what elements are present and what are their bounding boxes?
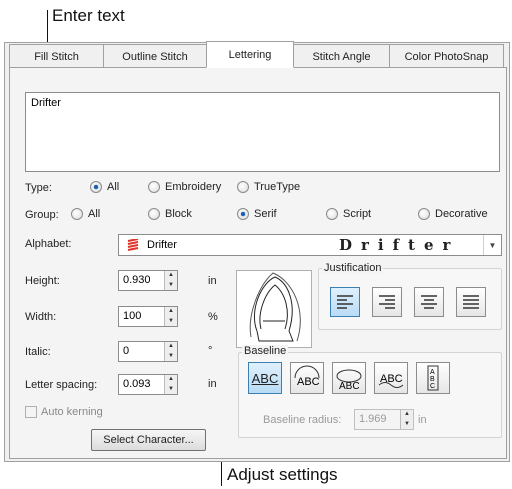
alphabet-sample: Drifter bbox=[339, 236, 460, 254]
alphabet-select[interactable]: Drifter Drifter ▼ bbox=[118, 234, 502, 256]
lettering-preview bbox=[236, 270, 312, 348]
align-center-icon bbox=[421, 295, 437, 309]
baseline-title: Baseline bbox=[242, 345, 289, 357]
baseline-radius-stepper[interactable]: 1.969 ▲ ▼ bbox=[354, 409, 414, 430]
height-stepper[interactable]: 0.930 ▲ ▼ bbox=[118, 270, 178, 291]
radio-icon bbox=[71, 208, 83, 220]
type-radio-embroidery[interactable]: Embroidery bbox=[148, 181, 221, 193]
baseline-wave-icon: ABC bbox=[378, 373, 404, 388]
type-radio-truetype[interactable]: TrueType bbox=[237, 181, 300, 193]
baseline-radius-label: Baseline radius: bbox=[263, 414, 342, 426]
svg-text:A: A bbox=[430, 369, 435, 376]
justify-left-button[interactable] bbox=[330, 287, 360, 317]
baseline-arc-top-icon: ABC bbox=[294, 365, 320, 388]
letter-spacing-stepper[interactable]: 0.093 ▲ ▼ bbox=[118, 374, 178, 395]
radio-icon bbox=[237, 181, 249, 193]
svg-text:ABC: ABC bbox=[339, 381, 360, 392]
type-label: Type: bbox=[25, 182, 52, 194]
callout-enter-text: Enter text bbox=[52, 6, 125, 25]
align-left-icon bbox=[337, 295, 353, 309]
justify-right-button[interactable] bbox=[372, 287, 402, 317]
svg-text:C: C bbox=[430, 383, 435, 390]
justification-title: Justification bbox=[322, 262, 384, 274]
letter-spacing-unit: in bbox=[208, 378, 217, 390]
baseline-radius-unit: in bbox=[418, 414, 427, 426]
svg-text:ABC: ABC bbox=[297, 376, 320, 388]
auto-kerning-checkbox[interactable]: Auto kerning bbox=[25, 406, 103, 418]
tab-fill-stitch[interactable]: Fill Stitch bbox=[9, 44, 104, 68]
baseline-wave-button[interactable]: ABC bbox=[374, 362, 408, 394]
tab-outline-stitch[interactable]: Outline Stitch bbox=[103, 44, 207, 68]
baseline-vertical-button[interactable]: ABC bbox=[416, 362, 450, 394]
width-stepper[interactable]: 100 ▲ ▼ bbox=[118, 306, 178, 327]
baseline-straight-icon: ABC bbox=[251, 370, 279, 386]
italic-unit: ° bbox=[208, 345, 213, 357]
lettering-shape-preview bbox=[249, 272, 301, 342]
radio-icon bbox=[148, 181, 160, 193]
align-right-icon bbox=[379, 295, 395, 309]
svg-text:B: B bbox=[430, 376, 435, 383]
italic-label: Italic: bbox=[25, 346, 51, 358]
spin-buttons[interactable]: ▲ ▼ bbox=[164, 271, 177, 290]
alphabet-label: Alphabet: bbox=[25, 238, 72, 250]
radio-selected-icon bbox=[237, 208, 249, 220]
group-radio-script[interactable]: Script bbox=[326, 208, 371, 220]
align-justify-icon bbox=[463, 295, 479, 309]
type-radio-all[interactable]: All bbox=[90, 181, 119, 193]
baseline-circle-button[interactable]: ABC bbox=[332, 362, 366, 394]
tab-color-photosnap[interactable]: Color PhotoSnap bbox=[389, 44, 504, 68]
checkbox-icon bbox=[25, 406, 37, 418]
tab-strip: Fill Stitch Outline Stitch Lettering Sti… bbox=[9, 41, 504, 68]
spin-buttons[interactable]: ▲ ▼ bbox=[164, 307, 177, 326]
radio-icon bbox=[418, 208, 430, 220]
spin-buttons[interactable]: ▲ ▼ bbox=[400, 410, 413, 429]
baseline-straight-button[interactable]: ABC bbox=[248, 362, 282, 394]
group-label: Group: bbox=[25, 209, 59, 221]
tab-stitch-angle[interactable]: Stitch Angle bbox=[293, 44, 390, 68]
letter-spacing-label: Letter spacing: bbox=[25, 379, 98, 391]
group-radio-block[interactable]: Block bbox=[148, 208, 192, 220]
baseline-vertical-icon: ABC bbox=[427, 365, 439, 391]
width-unit: % bbox=[208, 311, 218, 323]
callout-adjust-settings: Adjust settings bbox=[227, 465, 338, 484]
justify-center-button[interactable] bbox=[414, 287, 444, 317]
baseline-arc-top-button[interactable]: ABC bbox=[290, 362, 324, 394]
embroidery-font-icon bbox=[127, 239, 139, 251]
lettering-text-input[interactable]: Drifter bbox=[25, 92, 500, 172]
tab-lettering[interactable]: Lettering bbox=[206, 41, 294, 68]
italic-stepper[interactable]: 0 ▲ ▼ bbox=[118, 341, 178, 362]
radio-selected-icon bbox=[90, 181, 102, 193]
radio-icon bbox=[326, 208, 338, 220]
group-radio-all[interactable]: All bbox=[71, 208, 100, 220]
width-label: Width: bbox=[25, 311, 57, 323]
group-radio-decorative[interactable]: Decorative bbox=[418, 208, 488, 220]
justify-full-button[interactable] bbox=[456, 287, 486, 317]
chevron-down-icon[interactable]: ▼ bbox=[483, 235, 501, 255]
height-label: Height: bbox=[25, 275, 60, 287]
radio-icon bbox=[148, 208, 160, 220]
alphabet-value: Drifter bbox=[147, 239, 177, 251]
baseline-circle-icon: ABC bbox=[336, 369, 362, 392]
height-unit: in bbox=[208, 275, 217, 287]
spin-buttons[interactable]: ▲ ▼ bbox=[164, 375, 177, 394]
spin-buttons[interactable]: ▲ ▼ bbox=[164, 342, 177, 361]
select-character-button[interactable]: Select Character... bbox=[91, 429, 206, 451]
group-radio-serif[interactable]: Serif bbox=[237, 208, 277, 220]
